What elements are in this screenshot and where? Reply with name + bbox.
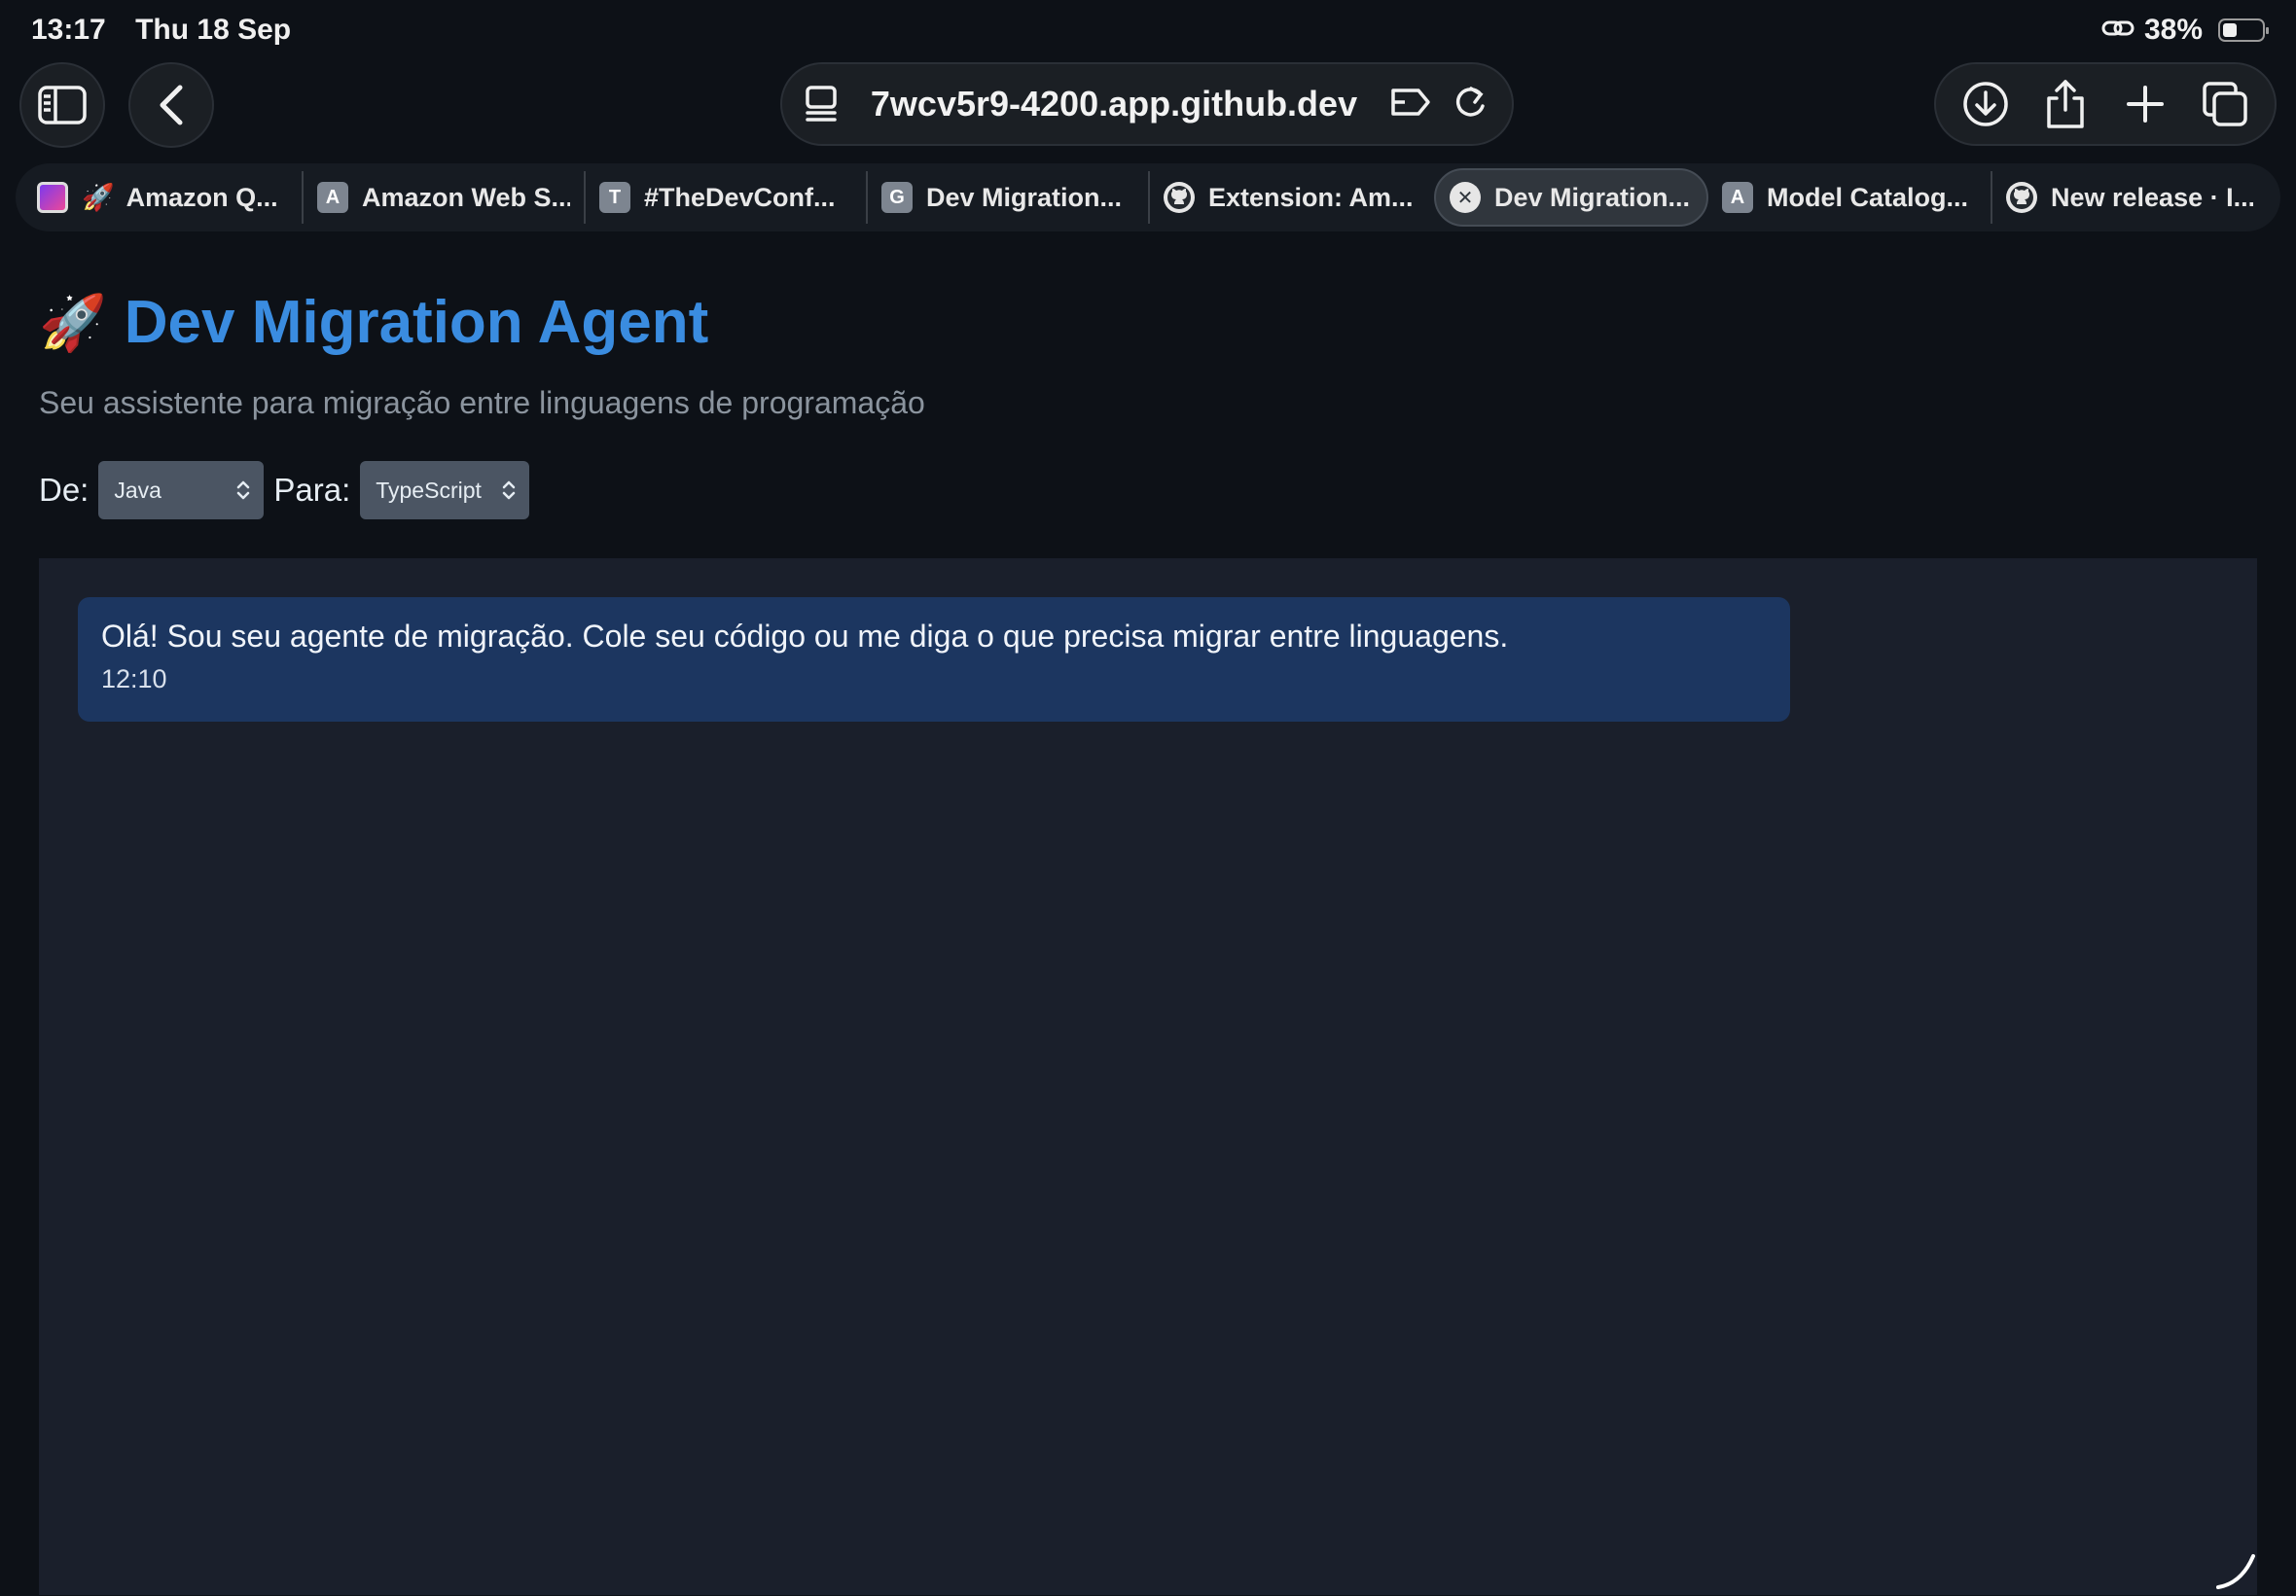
tab-label: Model Catalog... [1767, 182, 1969, 212]
tab-dev-migration-active[interactable]: ✕ Dev Migration... [1434, 168, 1708, 227]
tab-amazon-q[interactable]: 🚀 Amazon Q... [23, 168, 302, 227]
tab-label: Amazon Q... [126, 182, 278, 212]
tab-new-release[interactable]: New release · I... [1992, 168, 2267, 227]
page-title: 🚀 Dev Migration Agent [39, 288, 708, 357]
resize-handle-icon[interactable] [2214, 1548, 2257, 1591]
reload-icon[interactable] [1452, 83, 1489, 126]
letter-favicon-icon: A [317, 182, 348, 213]
share-icon[interactable] [2038, 77, 2093, 131]
tab-model-catalog[interactable]: A Model Catalog... [1708, 168, 1991, 227]
tab-label: #TheDevConf... [644, 182, 836, 212]
site-settings-icon [806, 86, 837, 122]
tab-label: New release · I... [2051, 182, 2253, 212]
letter-favicon-icon: T [599, 182, 630, 213]
battery-icon [2218, 18, 2269, 42]
chevron-up-down-icon [237, 480, 250, 500]
to-language-value: TypeScript [376, 477, 482, 503]
message-timestamp: 12:10 [101, 664, 167, 693]
sidebar-toggle-button[interactable] [19, 62, 105, 148]
page-title-text: Dev Migration Agent [124, 289, 709, 356]
link-icon [2101, 14, 2135, 47]
download-icon[interactable] [1958, 77, 2013, 131]
tab-label: Dev Migration... [926, 182, 1123, 212]
letter-favicon-icon: G [881, 182, 913, 213]
status-date: Thu 18 Sep [135, 14, 292, 46]
tab-extension[interactable]: Extension: Am... [1150, 168, 1432, 227]
rocket-icon: 🚀 [82, 183, 115, 212]
github-icon [2006, 182, 2037, 213]
chat-panel[interactable]: Olá! Sou seu agente de migração. Cole se… [39, 558, 2257, 1595]
tab-thedevconf[interactable]: T #TheDevConf... [586, 168, 866, 227]
page-subtitle: Seu assistente para migração entre lingu… [39, 385, 925, 420]
chevron-left-icon [160, 85, 183, 125]
from-label: De: [39, 472, 90, 508]
status-bar: 13:17 Thu 18 Sep 38% [0, 0, 2296, 60]
to-label: Para: [273, 472, 351, 508]
from-language-value: Java [114, 477, 161, 503]
status-time: 13:17 [31, 14, 106, 46]
close-tab-icon[interactable]: ✕ [1450, 182, 1481, 213]
tab-amazon-web-services[interactable]: A Amazon Web S... [304, 168, 584, 227]
tab-dev-migration-1[interactable]: G Dev Migration... [868, 168, 1148, 227]
sidebar-icon [38, 86, 87, 124]
amazon-q-favicon-icon [37, 182, 68, 213]
back-button[interactable] [128, 62, 214, 148]
agent-message: Olá! Sou seu agente de migração. Cole se… [78, 597, 1790, 722]
from-language-select[interactable]: Java [98, 461, 265, 519]
rocket-icon: 🚀 [39, 291, 107, 353]
message-text: Olá! Sou seu agente de migração. Cole se… [101, 619, 1509, 654]
battery-percent: 38% [2143, 14, 2203, 46]
tabs-overview-icon[interactable] [2198, 77, 2252, 131]
language-selector-row: De: Java Para: TypeScript [39, 461, 539, 519]
new-tab-icon[interactable] [2118, 77, 2172, 131]
letter-favicon-icon: A [1722, 182, 1753, 213]
toolbar-actions [1934, 62, 2277, 146]
github-icon [1164, 182, 1195, 213]
reader-icon[interactable] [1389, 85, 1432, 124]
chevron-up-down-icon [502, 480, 516, 500]
url-text[interactable]: 7wcv5r9-4200.app.github.dev [839, 84, 1389, 124]
tab-label: Amazon Web S... [362, 182, 570, 212]
tab-strip: 🚀 Amazon Q... A Amazon Web S... T #TheDe… [16, 163, 2280, 231]
address-bar[interactable]: 7wcv5r9-4200.app.github.dev [780, 62, 1514, 146]
browser-toolbar: 7wcv5r9-4200.app.github.dev [0, 60, 2296, 150]
to-language-select[interactable]: TypeScript [360, 461, 530, 519]
tab-label: Dev Migration... [1494, 182, 1691, 212]
tab-label: Extension: Am... [1208, 182, 1414, 212]
